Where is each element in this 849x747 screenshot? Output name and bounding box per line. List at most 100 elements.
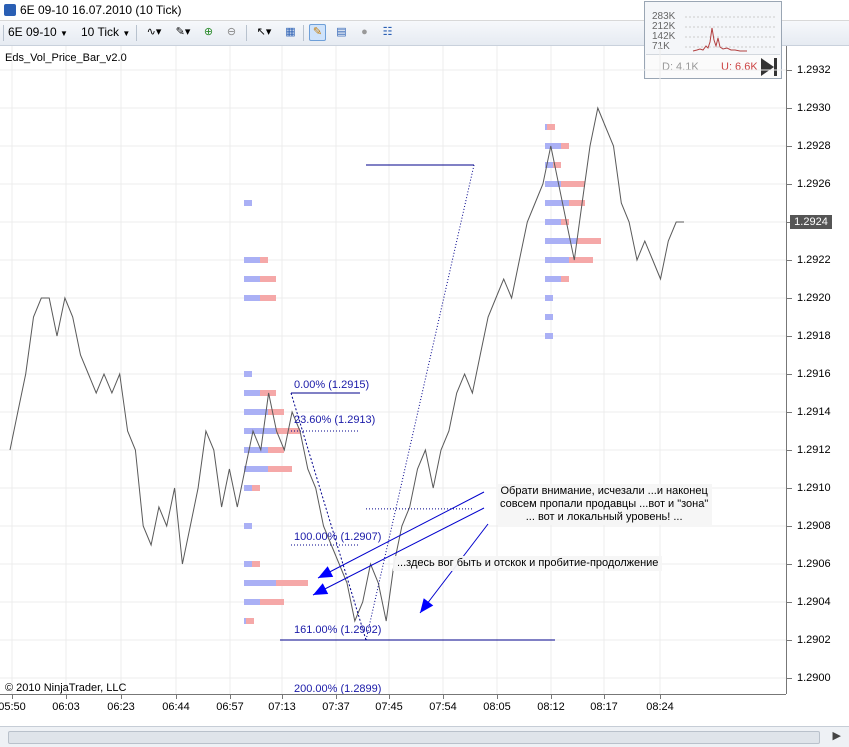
volume-sell-bar	[260, 599, 284, 605]
chart-drawings	[280, 164, 555, 641]
time-tick	[604, 695, 605, 699]
interval-selector[interactable]: 10 Tick ▼	[81, 24, 130, 41]
annotation-note-1[interactable]: Обрати внимание, исчезали ...и наконец с…	[496, 484, 713, 525]
price-axis-label: 1.2932	[797, 64, 831, 76]
chart-grid	[0, 46, 786, 694]
price-tick	[787, 108, 792, 109]
volume-buy-bar	[545, 200, 569, 206]
annotation-note-2[interactable]: ...здесь вог быть и отскок и пробитие-пр…	[393, 556, 663, 571]
toolbar-grip	[3, 25, 4, 41]
volume-buy-bar	[545, 219, 561, 225]
zoom-out-icon[interactable]: ⊖	[223, 24, 240, 41]
price-axis-label: 1.2908	[797, 520, 831, 532]
time-tick	[66, 695, 67, 699]
cursor-icon[interactable]: ↖▾	[252, 24, 276, 41]
price-tick	[787, 336, 792, 337]
volume-sell-bar	[547, 124, 555, 130]
indicator-label: Eds_Vol_Price_Bar_v2.0	[5, 52, 127, 64]
time-tick	[551, 695, 552, 699]
time-tick	[660, 695, 661, 699]
price-tick	[787, 260, 792, 261]
time-axis-label: 06:44	[162, 701, 190, 713]
instrument-label: 6E 09-10	[8, 25, 57, 39]
volume-buy-bar	[545, 238, 577, 244]
volume-buy-bar	[244, 561, 252, 567]
price-axis-label: 1.2930	[797, 102, 831, 114]
price-axis[interactable]: 1.2932 1.2930 1.2928 1.2926 1.2922 1.2920 1.29…	[786, 46, 849, 694]
volume-buy-bar	[244, 409, 268, 415]
volume-buy-bar	[545, 276, 561, 282]
time-axis-label: 08:24	[646, 701, 674, 713]
volume-buy-bar	[244, 618, 246, 624]
scrollbar-thumb[interactable]	[8, 731, 820, 744]
chart-trader-icon[interactable]: ☷	[379, 24, 396, 41]
chart-style-icon[interactable]: ∿▾	[142, 24, 166, 41]
volume-sell-bar	[276, 580, 308, 586]
price-tick	[787, 374, 792, 375]
fib-label-161: 161.00% (1.2902)	[294, 624, 382, 636]
price-tick	[787, 640, 792, 641]
time-axis-label: 07:13	[268, 701, 296, 713]
price-axis-label: 1.2910	[797, 482, 831, 494]
zoom-in-icon[interactable]: ⊕	[200, 24, 217, 41]
arrow-to-volume-1-head	[318, 566, 334, 578]
price-axis-label: 1.2920	[797, 292, 831, 304]
data-box-icon[interactable]: ▦	[282, 24, 299, 41]
fib-trend-line	[290, 392, 367, 641]
time-axis-label: 08:12	[537, 701, 565, 713]
price-tick	[787, 450, 792, 451]
volume-buy-bar	[244, 257, 260, 263]
time-tick	[121, 695, 122, 699]
volume-sell-bar	[260, 276, 276, 282]
time-tick	[230, 695, 231, 699]
volume-sell-bar	[561, 181, 585, 187]
volume-buy-bar	[244, 485, 252, 491]
time-axis[interactable]: 05:50 06:03 06:23 06:44 06:57 07:13 07:37 07:45…	[0, 694, 786, 719]
volume-sell-bar	[268, 409, 284, 415]
price-tick	[787, 146, 792, 147]
time-axis-label: 07:45	[375, 701, 403, 713]
price-tick	[787, 602, 792, 603]
volume-sell-bar	[252, 485, 260, 491]
volume-buy-bar	[244, 390, 260, 396]
current-price-marker: 1.2924	[790, 215, 832, 229]
drawing-tool-icon[interactable]: ✎▾	[171, 24, 195, 41]
price-axis-label: 1.2916	[797, 368, 831, 380]
price-axis-label: 1.2928	[797, 140, 831, 152]
volume-buy-bar	[244, 523, 252, 529]
volume-sell-bar	[577, 238, 601, 244]
volume-buy-bar	[244, 276, 260, 282]
price-chart[interactable]	[0, 46, 786, 694]
scroll-right-icon[interactable]: ▶	[833, 729, 841, 742]
instrument-selector[interactable]: 6E 09-10 ▼	[8, 24, 68, 41]
fib-label-0: 0.00% (1.2915)	[294, 379, 370, 391]
price-axis-label: 1.2918	[797, 330, 831, 342]
chevron-down-icon: ▼	[122, 29, 131, 38]
volume-buy-bar	[545, 143, 561, 149]
volume-sell-bar	[252, 561, 260, 567]
time-tick	[282, 695, 283, 699]
time-axis-label: 07:37	[322, 701, 350, 713]
volume-buy-bar	[244, 428, 276, 434]
time-axis-label: 05:50	[0, 701, 26, 713]
volume-buy-bar	[545, 124, 547, 130]
time-axis-label: 06:03	[52, 701, 80, 713]
indicators-icon[interactable]: ▤	[333, 24, 350, 41]
price-axis-label: 1.2926	[797, 178, 831, 190]
horizontal-scrollbar[interactable]: ▶	[0, 726, 849, 747]
volume-sell-bar	[561, 219, 569, 225]
window-title: 6E 09-10 16.07.2010 (10 Tick)	[20, 3, 182, 17]
price-tick	[787, 70, 792, 71]
price-axis-label: 1.2902	[797, 634, 831, 646]
price-axis-label: 1.2914	[797, 406, 831, 418]
volume-sell-bar	[260, 295, 276, 301]
price-tick	[787, 564, 792, 565]
volume-buy-bar	[545, 295, 553, 301]
strategies-icon[interactable]: ●	[356, 24, 373, 41]
time-tick	[497, 695, 498, 699]
volume-sell-bar	[268, 466, 292, 472]
price-axis-label: 1.2922	[797, 254, 831, 266]
volume-sell-bar	[569, 257, 593, 263]
volume-buy-bar	[244, 580, 276, 586]
properties-icon[interactable]: ✎	[309, 24, 326, 41]
